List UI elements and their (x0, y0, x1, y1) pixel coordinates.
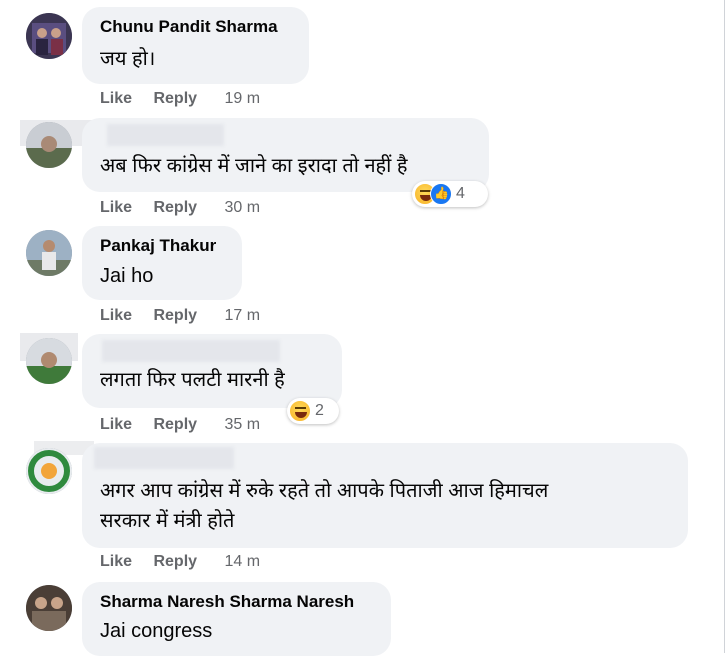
reaction-count: 4 (456, 185, 465, 202)
like-button[interactable]: Like (100, 90, 132, 107)
comment-bubble: अगर आप कांग्रेस में रुके रहते तो आपके पि… (82, 443, 688, 548)
comment-text: लगता फिर पलटी मारनी है (100, 369, 285, 391)
comment-text-line: अगर आप कांग्रेस में रुके रहते तो आपके पि… (100, 480, 549, 502)
reply-button[interactable]: Reply (153, 307, 197, 324)
comment-actions: Like Reply 30 m (100, 199, 260, 217)
reply-button[interactable]: Reply (153, 416, 197, 433)
comment-text: जय हो। (100, 48, 156, 70)
avatar[interactable] (26, 230, 72, 276)
like-button[interactable]: Like (100, 199, 132, 216)
avatar[interactable] (26, 338, 72, 384)
avatar[interactable] (26, 585, 72, 631)
comment-author-redacted (94, 447, 234, 469)
comment-actions: Like Reply 35 m (100, 416, 260, 434)
avatar[interactable] (26, 122, 72, 168)
comment-bubble: Pankaj Thakur Jai ho (82, 226, 242, 300)
like-button[interactable]: Like (100, 553, 132, 570)
comment-actions: Like Reply 19 m (100, 90, 260, 108)
comment-author[interactable]: Pankaj Thakur (100, 236, 216, 256)
comment-timestamp[interactable]: 35 m (225, 416, 261, 433)
like-button[interactable]: Like (100, 416, 132, 433)
reaction-summary[interactable]: 4 (412, 181, 488, 207)
like-button[interactable]: Like (100, 307, 132, 324)
comment-timestamp[interactable]: 19 m (225, 90, 261, 107)
comment-author[interactable]: Chunu Pandit Sharma (100, 17, 278, 37)
comment-text-line: सरकार में मंत्री होते (100, 510, 235, 532)
comment-bubble: Sharma Naresh Sharma Naresh Jai congress (82, 582, 391, 656)
reply-button[interactable]: Reply (153, 90, 197, 107)
comment-actions: Like Reply 17 m (100, 307, 260, 325)
comment-bubble: लगता फिर पलटी मारनी है (82, 334, 342, 408)
comment-author[interactable]: Sharma Naresh Sharma Naresh (100, 592, 354, 612)
comment-text: Jai ho (100, 265, 154, 287)
reaction-summary[interactable]: 2 (287, 398, 339, 424)
comment-timestamp[interactable]: 14 m (225, 553, 261, 570)
comment-bubble: Chunu Pandit Sharma जय हो। (82, 7, 309, 84)
comment-timestamp[interactable]: 17 m (225, 307, 261, 324)
comment-timestamp[interactable]: 30 m (225, 199, 261, 216)
comment-text: अब फिर कांग्रेस में जाने का इरादा तो नही… (100, 155, 408, 177)
comment-author-redacted (107, 124, 224, 146)
reaction-count: 2 (315, 402, 324, 419)
comment-actions: Like Reply 14 m (100, 553, 260, 571)
comment-text: Jai congress (100, 620, 213, 642)
like-icon (430, 183, 452, 205)
comment-author-redacted (102, 340, 280, 362)
avatar[interactable] (26, 13, 72, 59)
reply-button[interactable]: Reply (153, 553, 197, 570)
haha-icon (289, 400, 311, 422)
avatar[interactable] (26, 448, 72, 494)
reply-button[interactable]: Reply (153, 199, 197, 216)
